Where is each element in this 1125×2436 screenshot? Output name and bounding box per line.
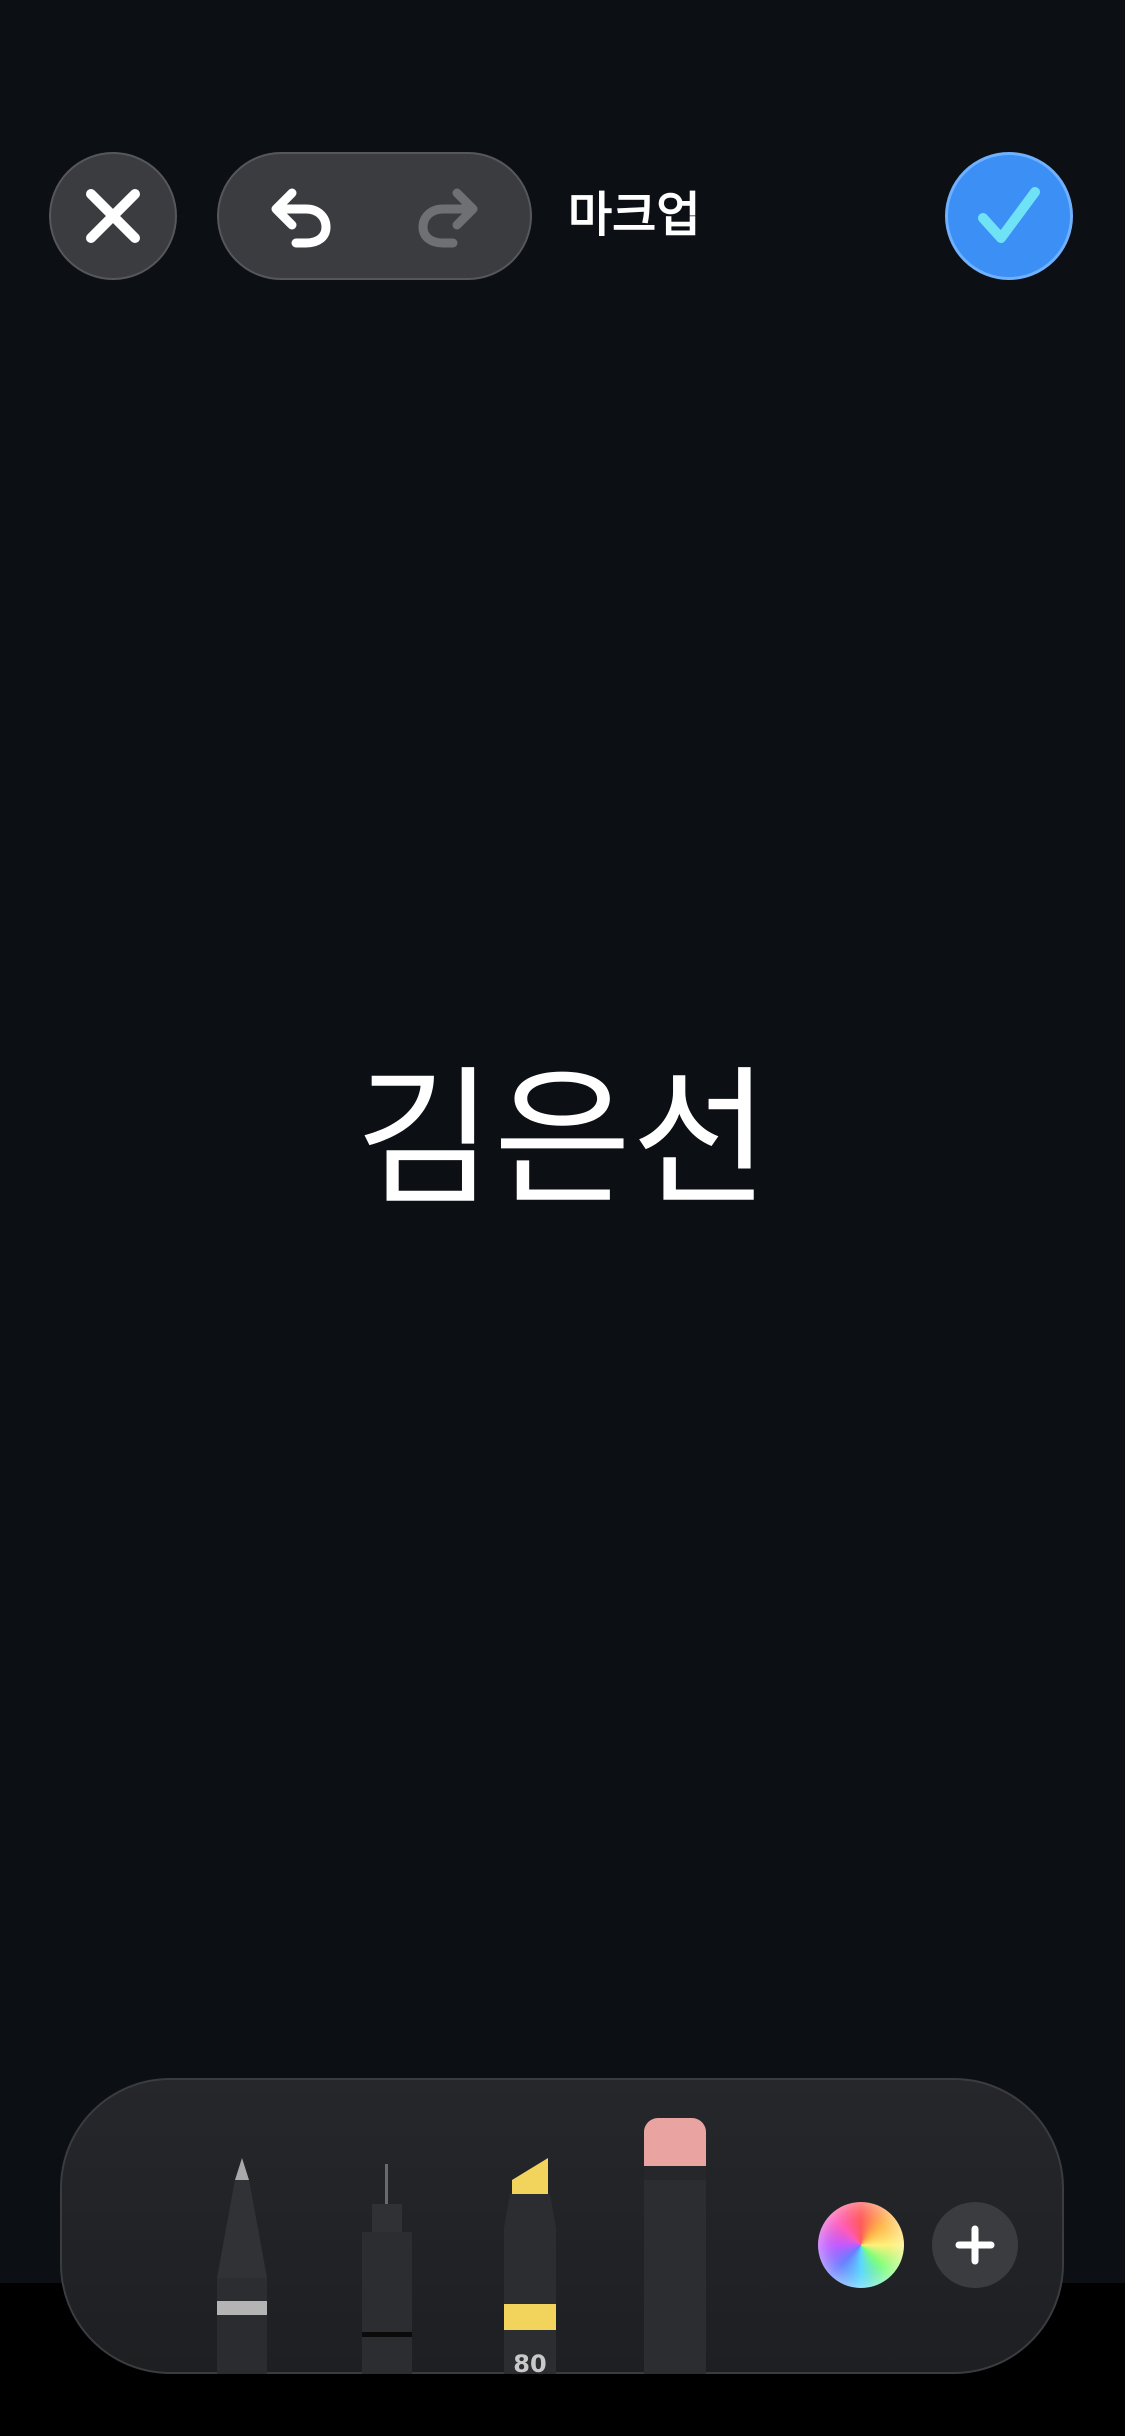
plus-icon xyxy=(955,2225,995,2265)
page-title: 마크업 xyxy=(568,187,701,243)
eraser-icon xyxy=(644,2118,706,2374)
undo-icon xyxy=(271,188,331,248)
fineliner-tool[interactable] xyxy=(352,2164,422,2374)
undo-button[interactable] xyxy=(237,154,365,278)
marker-tool[interactable] xyxy=(494,2158,566,2374)
pen-icon xyxy=(217,2158,267,2374)
canvas-handwriting-text: 김은선 xyxy=(355,1053,770,1227)
color-wheel-icon[interactable] xyxy=(818,2202,904,2288)
redo-button[interactable] xyxy=(384,154,512,278)
add-button[interactable] xyxy=(932,2202,1018,2288)
done-button[interactable] xyxy=(945,152,1073,280)
undo-redo-group xyxy=(217,152,532,280)
marker-opacity-label: 80 xyxy=(513,2350,547,2378)
close-button[interactable] xyxy=(49,152,177,280)
redo-icon xyxy=(418,188,478,248)
fineliner-icon xyxy=(362,2164,412,2374)
eraser-tool[interactable] xyxy=(640,2118,710,2374)
markup-screen: 마크업 김은선 80 xyxy=(0,0,1125,2436)
close-icon xyxy=(86,189,140,243)
checkmark-icon xyxy=(978,187,1040,243)
pen-tool[interactable] xyxy=(205,2158,279,2374)
marker-icon xyxy=(504,2158,556,2374)
